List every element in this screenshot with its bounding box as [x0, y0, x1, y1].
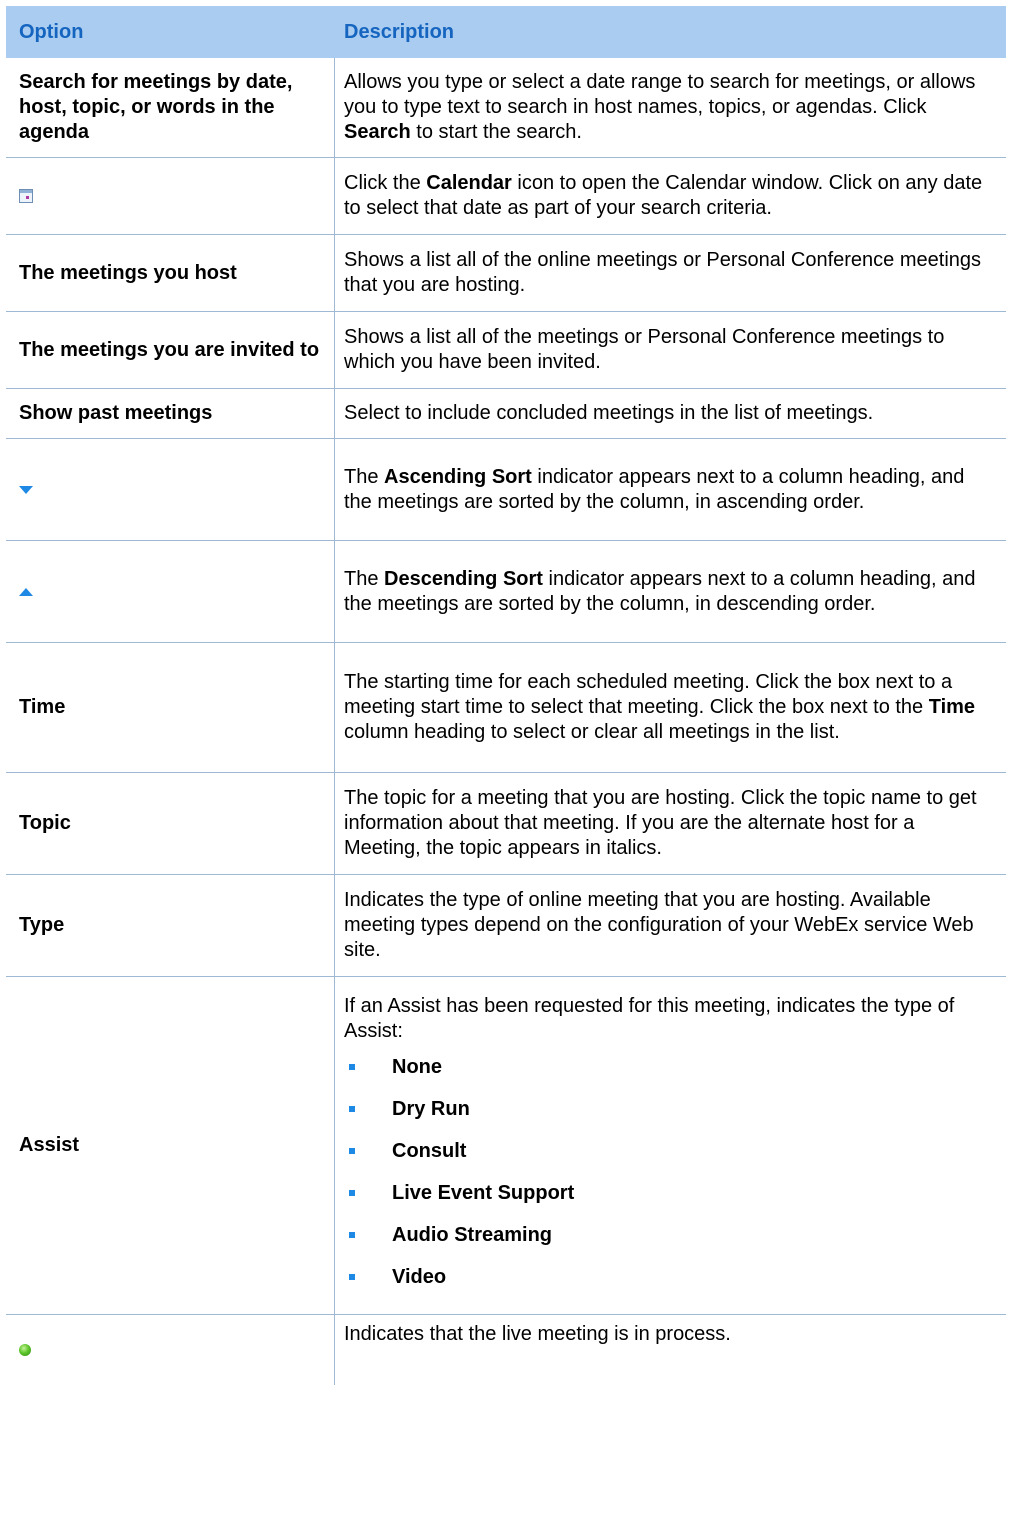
assist-type-list: None Dry Run Consult Live Event Support …	[344, 1046, 996, 1298]
list-item: Consult	[344, 1130, 996, 1172]
table-row: Indicates that the live meeting is in pr…	[6, 1315, 1006, 1385]
option-description: If an Assist has been requested for this…	[334, 977, 1006, 1314]
header-option: Option	[19, 21, 84, 43]
option-description: Select to include concluded meetings in …	[334, 389, 1006, 438]
table-row: Click the Calendar icon to open the Cale…	[6, 158, 1006, 235]
option-icon-cell	[6, 158, 334, 234]
table-row: The meetings you host Shows a list all o…	[6, 235, 1006, 312]
table-row: The Descending Sort indicator appears ne…	[6, 541, 1006, 643]
list-item: Live Event Support	[344, 1172, 996, 1214]
ascending-sort-icon	[19, 485, 33, 494]
table-row: Type Indicates the type of online meetin…	[6, 875, 1006, 977]
option-label: Time	[19, 696, 66, 718]
table-row: Show past meetings Select to include con…	[6, 389, 1006, 439]
table-row: Time The starting time for each schedule…	[6, 643, 1006, 773]
table-row: The Ascending Sort indicator appears nex…	[6, 439, 1006, 541]
list-item: Audio Streaming	[344, 1214, 996, 1256]
option-description: The topic for a meeting that you are hos…	[334, 773, 1006, 874]
descending-sort-icon	[19, 587, 33, 596]
option-description: Shows a list all of the online meetings …	[334, 235, 1006, 311]
table-row: Search for meetings by date, host, topic…	[6, 58, 1006, 158]
header-description: Description	[344, 21, 455, 43]
option-label: The meetings you host	[19, 261, 237, 284]
option-label: Show past meetings	[19, 402, 213, 424]
option-icon-cell	[6, 439, 334, 540]
option-description: Click the Calendar icon to open the Cale…	[334, 158, 1006, 234]
list-item: None	[344, 1046, 996, 1088]
option-description: Allows you type or select a date range t…	[334, 58, 1006, 157]
option-description: Indicates the type of online meeting tha…	[334, 875, 1006, 976]
table-header: Option Description	[6, 6, 1006, 58]
list-item: Dry Run	[344, 1088, 996, 1130]
option-label: Search for meetings by date, host, topic…	[19, 71, 293, 143]
option-icon-cell	[6, 541, 334, 642]
option-description: Shows a list all of the meetings or Pers…	[334, 312, 1006, 388]
table-row: Assist If an Assist has been requested f…	[6, 977, 1006, 1315]
option-description: The Descending Sort indicator appears ne…	[334, 541, 1006, 642]
table-row: Topic The topic for a meeting that you a…	[6, 773, 1006, 875]
option-label: Topic	[19, 812, 71, 834]
option-description: Indicates that the live meeting is in pr…	[334, 1315, 1006, 1385]
table-row: The meetings you are invited to Shows a …	[6, 312, 1006, 389]
list-item: Video	[344, 1256, 996, 1298]
calendar-icon	[19, 189, 33, 203]
option-description: The starting time for each scheduled mee…	[334, 643, 1006, 772]
option-description: The Ascending Sort indicator appears nex…	[334, 439, 1006, 540]
options-table: Option Description Search for meetings b…	[6, 6, 1006, 1385]
option-label: The meetings you are invited to	[19, 338, 320, 361]
option-label: Type	[19, 914, 65, 936]
option-icon-cell	[6, 1315, 334, 1385]
option-label: Assist	[19, 1134, 80, 1156]
live-meeting-icon	[19, 1344, 31, 1356]
